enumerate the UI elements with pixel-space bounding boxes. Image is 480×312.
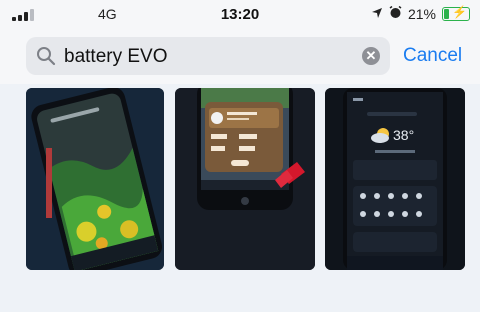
temperature-value: 38° — [393, 127, 414, 143]
location-arrow-icon — [371, 6, 383, 22]
charging-bolt-icon: ⚡ — [452, 5, 467, 19]
search-query-text: battery EVO — [64, 46, 168, 67]
battery-fill — [444, 9, 449, 19]
status-right: 21% ⚡ — [371, 5, 470, 22]
battery-percent: 21% — [407, 6, 436, 22]
clear-search-icon[interactable]: ✕ — [362, 47, 380, 65]
radar-map-screenshot — [26, 88, 164, 270]
weather-forecast-screenshot: 38° — [325, 88, 465, 270]
battery-charging-icon: ⚡ — [442, 5, 470, 21]
app-screenshot-1[interactable] — [26, 88, 164, 270]
search-icon — [37, 47, 56, 66]
app-card-screenshot — [175, 88, 315, 270]
status-bar: 4G 13:20 21% ⚡ — [0, 0, 480, 30]
app-screenshot-2[interactable] — [175, 88, 315, 270]
app-screenshot-3[interactable]: 38° — [325, 88, 465, 270]
alarm-clock-icon — [389, 5, 402, 22]
search-input[interactable]: battery EVO ✕ — [26, 37, 390, 75]
cancel-button[interactable]: Cancel — [403, 45, 462, 67]
search-bar-row: battery EVO ✕ Cancel — [0, 30, 480, 84]
